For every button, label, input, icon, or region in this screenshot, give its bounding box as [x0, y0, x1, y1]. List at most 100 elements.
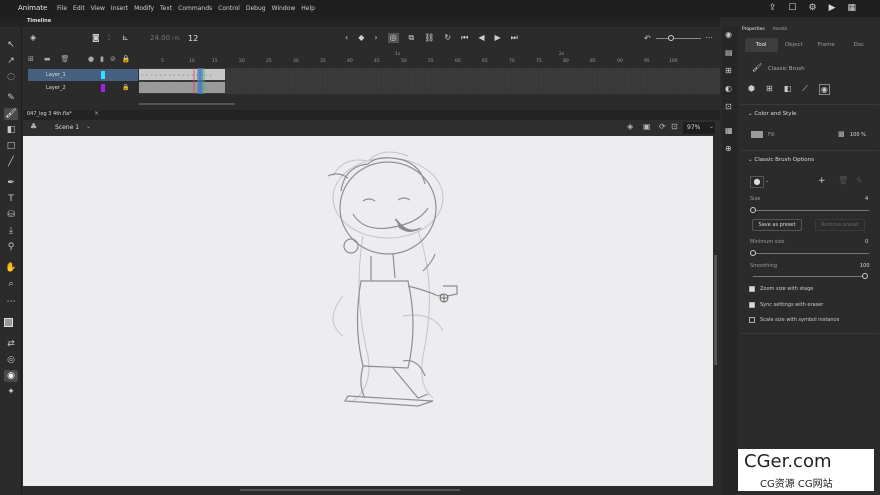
tab-assets[interactable]: Assets — [773, 27, 788, 32]
remove-preset-button[interactable]: Remove preset — [815, 219, 865, 231]
chevron-left-icon[interactable]: ‹ — [345, 33, 348, 43]
scene-name[interactable]: Scene 1 — [55, 124, 79, 131]
fill-color-swatch[interactable] — [751, 131, 763, 138]
bone-tool-icon[interactable]: ⚲ — [4, 241, 18, 253]
more-tools-icon[interactable]: ⋯ — [4, 296, 18, 308]
text-tool-icon[interactable]: T — [4, 193, 18, 205]
edit-brush-icon[interactable]: ✎ — [856, 176, 863, 185]
fps-display[interactable]: 24.00 FPS — [150, 34, 180, 42]
frame-picker-icon[interactable]: ▦ — [725, 126, 733, 135]
properties-panel-icon[interactable]: ◉ — [725, 30, 732, 39]
brush-shape-select[interactable]: ● — [750, 176, 764, 188]
pen-tool-icon[interactable]: ✒ — [4, 177, 18, 189]
swap-colors-icon[interactable]: ⇄ — [4, 338, 18, 350]
tab-object[interactable]: Object — [778, 38, 811, 52]
chevron-right-icon[interactable]: › — [374, 33, 377, 43]
link-icon[interactable]: ⛓ — [424, 33, 434, 43]
share-icon[interactable]: ⇪ — [769, 3, 777, 13]
smoothing-slider-knob[interactable] — [862, 273, 868, 279]
chevron-down-icon[interactable]: ⌄ — [86, 123, 91, 130]
timeline-zoom-slider[interactable] — [656, 38, 701, 39]
visibility-icon[interactable]: ⊘ — [110, 55, 116, 63]
lasso-tool-icon[interactable]: ◌ — [4, 71, 18, 83]
center-stage-icon[interactable]: ◈ — [627, 122, 633, 131]
selection-tool-icon[interactable]: ↖ — [4, 39, 18, 51]
layers-icon[interactable]: ◈ — [30, 33, 36, 42]
rig-icon[interactable]: ⊾ — [122, 33, 129, 42]
clip-icon[interactable]: ▣ — [643, 122, 651, 131]
menu-item[interactable]: Edit — [73, 5, 85, 12]
timeline-zoom-knob[interactable] — [668, 35, 674, 41]
stage-vertical-scrollbar[interactable] — [714, 255, 717, 365]
add-brush-icon[interactable]: + — [818, 176, 826, 186]
delete-layer-icon[interactable]: 🗑 — [61, 55, 70, 63]
delete-brush-icon[interactable]: 🗑 — [838, 176, 848, 185]
gear-icon[interactable]: ⚙ — [808, 3, 816, 13]
tab-frame[interactable]: Frame — [810, 38, 843, 52]
depth-icon[interactable]: ⫶ — [108, 33, 110, 43]
close-icon[interactable]: × — [94, 110, 99, 117]
undo-icon[interactable]: ↶ — [644, 34, 651, 43]
add-folder-icon[interactable]: ▬ — [44, 55, 51, 63]
hand-tool-icon[interactable]: ✋ — [4, 262, 18, 274]
tab-tool[interactable]: Tool — [745, 38, 778, 52]
brush-shape-icon[interactable]: ◉ — [4, 370, 18, 382]
brush-behind-icon[interactable]: ◧ — [784, 84, 792, 95]
chevron-down-icon[interactable]: ⌄ — [709, 123, 714, 130]
camera-icon[interactable]: ◙ — [92, 33, 100, 42]
components-icon[interactable]: ⊕ — [725, 144, 732, 153]
scene-icon[interactable]: ♣ — [30, 122, 37, 131]
zoom-tool-icon[interactable]: ⌕ — [4, 278, 18, 290]
tab-document[interactable]: 047_log 3 4th.fla* — [27, 111, 72, 117]
timeline-scrollbar[interactable] — [139, 103, 235, 105]
eyedropper-icon[interactable]: ⤓ — [4, 225, 18, 237]
play-button-icon[interactable]: ▶ — [494, 33, 500, 43]
magic-icon[interactable]: ✦ — [4, 386, 18, 398]
rectangle-tool-icon[interactable]: □ — [4, 140, 18, 152]
tab-properties[interactable]: Properties — [742, 27, 765, 32]
brush-mode-icon[interactable]: ◎ — [4, 354, 18, 366]
lock-icon[interactable]: 🔒 — [122, 55, 131, 63]
stage-horizontal-scrollbar[interactable] — [240, 489, 460, 491]
edit-multiple-icon[interactable]: ⧉ — [409, 33, 415, 43]
menu-item[interactable]: File — [57, 5, 67, 12]
publish-icon[interactable]: ☐ — [788, 3, 796, 13]
smoothing-value[interactable]: 100 — [860, 263, 870, 269]
tab-timeline[interactable]: Timeline — [27, 18, 51, 24]
tab-doc[interactable]: Doc — [843, 38, 876, 52]
lock-icon[interactable]: 🔒 — [122, 84, 129, 91]
brush-tool-icon[interactable]: 🖌 — [4, 108, 18, 120]
zoom-size-checkbox[interactable] — [749, 286, 755, 292]
stroke-color-swatch[interactable] — [4, 318, 13, 327]
menu-item[interactable]: Window — [272, 5, 296, 12]
onion-skin-icon[interactable]: ◎ — [387, 33, 399, 43]
paint-bucket-icon[interactable]: ⛁ — [4, 209, 18, 221]
step-forward-icon[interactable]: ⏭ — [511, 33, 518, 43]
align-panel-icon[interactable]: ⊞ — [725, 66, 732, 75]
eraser-tool-icon[interactable]: ◧ — [4, 124, 18, 136]
menu-item[interactable]: Help — [301, 5, 315, 12]
frame-grid[interactable]: ◦ ◦ ◦ ◦ ◦ ◦ ◦ ◦ ◦ ◦ ◦ ◦ ◦ ◦ ◦ ◦ — [139, 68, 720, 94]
library-panel-icon[interactable]: ▤ — [725, 48, 733, 57]
color-panel-icon[interactable]: ◐ — [725, 84, 732, 93]
play-icon[interactable]: ▶ — [829, 3, 836, 13]
fit-icon[interactable]: ⊡ — [671, 122, 678, 131]
timeline-menu-icon[interactable]: ⋯ — [705, 33, 713, 42]
menu-item[interactable]: View — [91, 5, 105, 12]
outline-icon[interactable]: ▮ — [100, 55, 104, 63]
tilt-icon[interactable]: ◉ — [818, 84, 830, 95]
fill-opacity[interactable]: 100 % — [850, 132, 866, 138]
keyframe-icon[interactable]: ◆ — [358, 33, 364, 43]
current-frame[interactable]: 12 — [188, 34, 198, 43]
size-slider[interactable] — [753, 210, 869, 211]
loop-icon[interactable]: ↻ — [444, 33, 451, 43]
step-back-icon[interactable]: ◀ — [478, 33, 484, 43]
min-size-slider[interactable] — [753, 253, 869, 254]
size-value[interactable]: 4 — [865, 196, 868, 202]
add-layer-icon[interactable]: ⊞ — [28, 55, 34, 63]
object-drawing-icon[interactable]: ⬢ — [748, 84, 755, 95]
layer-row[interactable]: Layer_1 — [28, 69, 138, 81]
layer-color-swatch[interactable] — [101, 71, 105, 79]
menu-item[interactable]: Insert — [111, 5, 128, 12]
min-size-slider-knob[interactable] — [750, 250, 756, 256]
